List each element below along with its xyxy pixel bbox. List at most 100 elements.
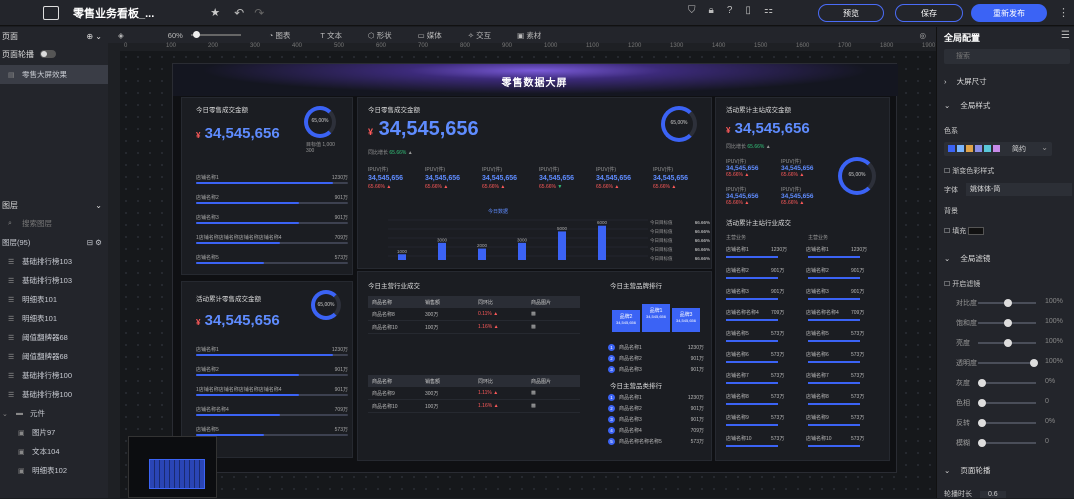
kpi-value: 34,545,656 xyxy=(539,175,575,182)
ruler-tick: 700 xyxy=(418,43,429,49)
tool-shape[interactable]: ⬡ 形状 xyxy=(368,30,392,41)
settings-icon[interactable]: ◎ xyxy=(919,31,926,40)
app-logo-icon[interactable] xyxy=(43,5,59,20)
filter-slider[interactable] xyxy=(978,399,1036,407)
item-bar xyxy=(196,394,300,396)
panel-center-tables[interactable]: 今日主营行业成交 商品名称 销售额 同环比 商品图片 商品名称8 300万 0.11% ▲ ▩… xyxy=(357,271,712,461)
filter-slider[interactable] xyxy=(978,319,1036,327)
font-select[interactable]: 姚体体-简 xyxy=(966,183,1072,196)
undo-icon[interactable]: ↶ xyxy=(234,6,244,20)
panel-activity-sales[interactable]: 活动累计零售成交金额 ¥ 34,545,656 65,00% 店铺名称1 1230… xyxy=(181,281,353,458)
shield-icon[interactable]: ⛉ xyxy=(688,5,696,16)
tool-media[interactable]: ▭ 媒体 xyxy=(418,30,442,41)
filter-slider[interactable] xyxy=(978,439,1036,447)
bg-fill[interactable]: ☐ 填充 xyxy=(944,226,985,236)
filter-slider[interactable] xyxy=(978,379,1036,387)
section-filter[interactable]: ⌄ 全局滤镜 xyxy=(944,253,990,264)
carousel-row: 页面轮播 xyxy=(0,45,108,63)
ruler-tick: 1900 xyxy=(922,43,936,49)
list-icon: ☰ xyxy=(8,334,15,342)
table-row[interactable]: 商品名称10 100万 1.16% ▲ ▩ xyxy=(368,321,580,334)
save-button[interactable]: 保存 xyxy=(895,4,963,22)
layer-item[interactable]: ☰ 基础排行榜100 xyxy=(0,366,108,385)
data-label: 1000 xyxy=(397,249,408,254)
add-page-icon[interactable]: ⊕ ⌄ xyxy=(86,32,102,41)
star-icon[interactable]: ★ xyxy=(210,6,220,19)
layer-child-item[interactable]: ▣ 文本104 xyxy=(0,442,108,461)
left-panel: 页面 ⊕ ⌄ 页面轮播 ▤ 零售大屏效果 图层 ⌄ ⌕ 搜索图层 图层(95) … xyxy=(0,27,108,498)
collapse-icon[interactable]: ⌄ xyxy=(95,201,102,210)
layer-group[interactable]: 图层(95) ⊟ ⚙ xyxy=(0,233,108,252)
tool-chart[interactable]: ◔ 图表 xyxy=(269,30,291,41)
layer-item[interactable]: ☰ 明细表101 xyxy=(0,290,108,309)
minimap[interactable] xyxy=(128,436,217,498)
filter-slider[interactable] xyxy=(978,419,1036,427)
zoom-value[interactable]: 60% xyxy=(168,31,183,40)
redo-icon[interactable]: ↷ xyxy=(254,6,264,20)
layer-child-item[interactable]: ▣ 明细表102 xyxy=(0,461,108,480)
layer-child-item[interactable]: ▣ 图片97 xyxy=(0,423,108,442)
phone-icon[interactable]: ▯ xyxy=(745,5,751,16)
kpi-item: IPUV(件) 34,545,656 65.66% ▲ xyxy=(482,166,538,190)
preview-button[interactable]: 预览 xyxy=(818,4,884,22)
item-value: 573万 xyxy=(334,427,348,433)
publish-button[interactable]: 重新发布 xyxy=(971,4,1047,22)
dashboard-screen[interactable]: 零售数据大屏 今日零售成交金额 ¥ 34,545,656 65,00% 目标值 … xyxy=(172,63,898,473)
section-size[interactable]: › 大屏尺寸 xyxy=(944,76,987,87)
layer-item[interactable]: ☰ 明细表101 xyxy=(0,309,108,328)
help-icon[interactable]: ? xyxy=(727,5,733,16)
layer-item-label: 明细表102 xyxy=(32,466,68,475)
filter-slider[interactable] xyxy=(978,359,1038,367)
kpi-item: IPUV(件) 34,545,656 65.66% ▼ xyxy=(539,166,595,190)
grid-icon[interactable]: ⚏ xyxy=(764,5,773,16)
filter-slider[interactable] xyxy=(978,339,1036,347)
layer-item[interactable]: ☰ 基础排行榜100 xyxy=(0,385,108,404)
item-bar xyxy=(196,354,333,356)
table-row[interactable]: 商品名称10 100万 1.16% ▲ ▩ xyxy=(368,400,580,413)
layer-item[interactable]: ☰ 基础排行榜103 xyxy=(0,271,108,290)
enable-filter[interactable]: ☐ 开启滤镜 xyxy=(944,279,980,289)
tool-text[interactable]: T 文本 xyxy=(320,30,342,41)
layers-icon[interactable]: ◈ xyxy=(118,31,124,40)
lock-icon[interactable]: 🔒︎ xyxy=(709,5,714,16)
section-style[interactable]: ⌄ 全局样式 xyxy=(944,100,990,111)
layer-item[interactable]: ☰ 阈值翻牌器68 xyxy=(0,347,108,366)
table-row: 店铺名称1 1230万 店铺名称1 1230万 xyxy=(726,246,886,267)
doc-title[interactable]: 零售业务看板_... xyxy=(73,5,154,21)
menu-icon[interactable]: ☰ xyxy=(1061,30,1070,41)
layer-item[interactable]: ☰ 阈值翻牌器68 xyxy=(0,328,108,347)
kpi-value: 34,545,656 xyxy=(596,175,632,182)
table-row[interactable]: 商品名称9 300万 1.11% ▲ ▩ xyxy=(368,387,580,400)
vertical-ruler xyxy=(108,43,120,498)
item-bar xyxy=(196,414,280,416)
minimap-viewport[interactable] xyxy=(149,459,205,489)
arrow-up-icon: ▲ xyxy=(443,184,449,190)
section-carousel[interactable]: ⌄ 页面轮播 xyxy=(944,465,990,476)
color-select[interactable]: 简约 ⌄ xyxy=(944,142,1052,156)
more-icon[interactable]: ⋮ xyxy=(1058,6,1069,19)
item-bar xyxy=(196,262,265,264)
layer-tools-icon[interactable]: ⊟ ⚙ xyxy=(87,238,102,247)
layer-search[interactable]: ⌕ 搜索图层 xyxy=(0,214,108,233)
tool-interact[interactable]: ✧ 交互 xyxy=(468,30,491,41)
progress-ring: 65,00% xyxy=(838,157,876,195)
top-icons: ⛉ 🔒︎ ? ▯ ⚏ xyxy=(688,5,773,16)
gradient-toggle[interactable]: ☐ 渐变色彩样式 xyxy=(944,166,994,176)
slider-value: 0 xyxy=(1045,398,1049,405)
carousel-label: 页面轮播 xyxy=(2,49,34,59)
col-b: 主营业务 xyxy=(808,235,829,241)
tool-assets[interactable]: ▣ 素材 xyxy=(517,30,541,41)
panel-today-sales[interactable]: 今日零售成交金额 ¥ 34,545,656 65,00% 目标值 1,000 3… xyxy=(181,97,353,275)
layer-item[interactable]: ☰ 基础排行榜103 xyxy=(0,252,108,271)
folder-row[interactable]: ⌄ ▬ 元件 xyxy=(0,404,108,423)
table-row[interactable]: 商品名称8 300万 0.11% ▲ ▩ xyxy=(368,308,580,321)
item-value: 901万 xyxy=(334,387,348,393)
panel-center-kpi[interactable]: 今日零售成交金额 ¥ 34,545,656 同比增长 65.66% ▲ 65,0… xyxy=(357,97,712,269)
filter-slider[interactable] xyxy=(978,299,1036,307)
config-search[interactable]: 搜索 xyxy=(944,49,1070,64)
side-stat: 今日目标值 66.66% xyxy=(650,229,710,234)
panel-right[interactable]: 活动累计主站成交金额 ¥ 34,545,656 同比增长 65.66% ▲ 65… xyxy=(715,97,890,461)
page-item[interactable]: ▤ 零售大屏效果 xyxy=(0,65,108,84)
zoom-slider[interactable] xyxy=(190,31,241,38)
carousel-toggle[interactable] xyxy=(40,50,56,58)
